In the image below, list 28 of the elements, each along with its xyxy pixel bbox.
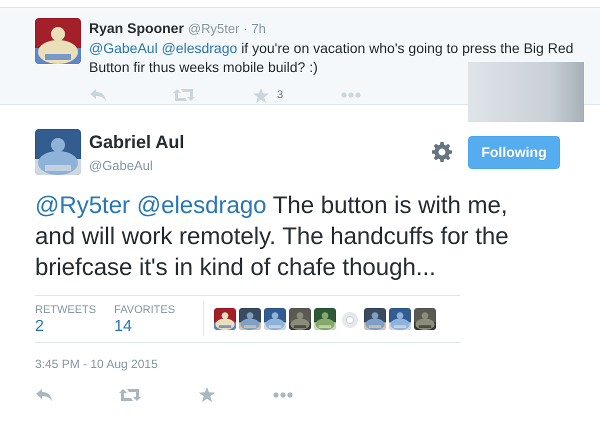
- reply-icon: [35, 388, 53, 402]
- stat-count[interactable]: 14: [114, 318, 176, 336]
- mention-link[interactable]: @elesdrago: [136, 192, 267, 218]
- user-name[interactable]: Ryan Spooner: [89, 18, 184, 39]
- settings-icon[interactable]: [432, 142, 452, 162]
- following-button[interactable]: Following: [468, 136, 560, 169]
- reply-icon: [89, 88, 107, 102]
- mention-link[interactable]: @elesdrago: [162, 40, 238, 56]
- user-name[interactable]: Gabriel Aul: [89, 129, 184, 156]
- mention-link[interactable]: @Ry5ter: [35, 192, 130, 218]
- favorite-count: 3: [277, 88, 284, 103]
- stat-count[interactable]: 2: [35, 318, 96, 336]
- favorite-icon: [253, 88, 269, 103]
- favorite-button[interactable]: 3: [253, 87, 284, 104]
- tweet-timestamp: 3:45 PM - 10 Aug 2015: [35, 356, 159, 373]
- user-handle[interactable]: @GabeAul: [89, 156, 184, 176]
- favorite-icon: [199, 387, 215, 402]
- retweet-icon: [173, 88, 195, 102]
- retweet-icon: [119, 388, 141, 402]
- tweet-time[interactable]: · 7h: [243, 19, 266, 38]
- mention-link[interactable]: @GabeAul: [89, 40, 158, 56]
- stat-label: FAVORITES: [114, 302, 176, 318]
- tweet-text: @Ry5ter @elesdrago The button is with me, and will work remotely. The handcuffs for the briefcase it's in kind of chafe though...: [35, 190, 510, 282]
- more-icon: [273, 392, 293, 398]
- user-handle[interactable]: @Ry5ter: [188, 19, 240, 38]
- stat-label: RETWEETS: [35, 302, 96, 318]
- tweet-text: @GabeAul @elesdrago if you're on vacation who's going to press the Big Red Button fir thus weeks mobile build? :): [89, 39, 574, 77]
- more-icon: [341, 92, 362, 98]
